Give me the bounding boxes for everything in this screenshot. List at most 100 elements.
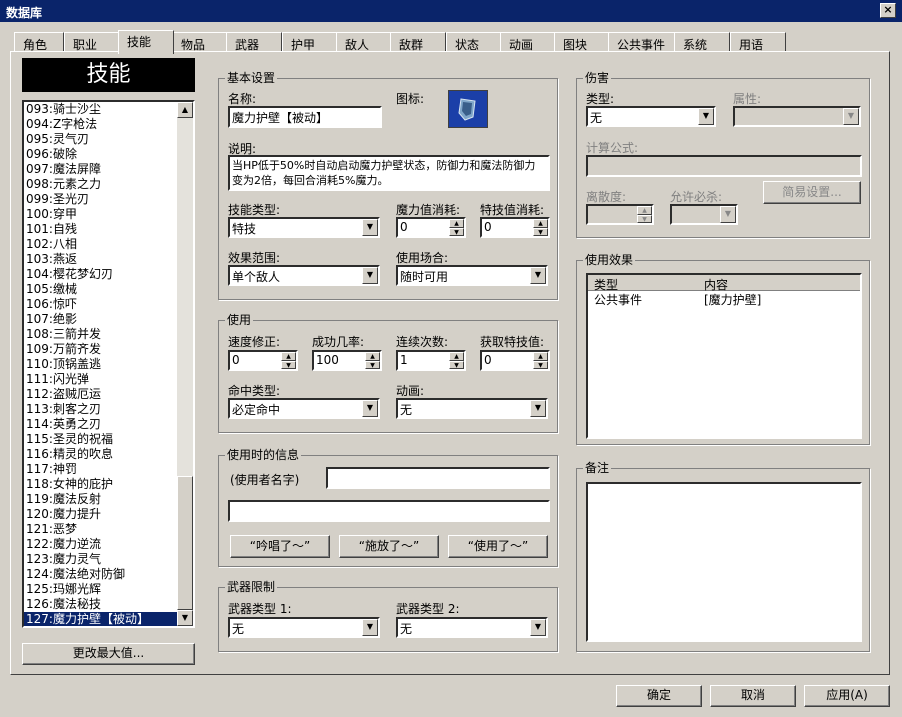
spin-down-icon[interactable]: ▼ xyxy=(449,360,464,369)
list-item[interactable]: 102:八相 xyxy=(24,237,179,252)
scroll-down-icon[interactable]: ▼ xyxy=(177,610,193,626)
tab-animations[interactable]: 动画 xyxy=(500,32,556,52)
tab-terms[interactable]: 用语 xyxy=(730,32,786,52)
spin-up-icon[interactable]: ▲ xyxy=(449,352,464,361)
list-item[interactable]: 096:破除 xyxy=(24,147,179,162)
chevron-down-icon[interactable]: ▼ xyxy=(530,267,546,284)
spin-down-icon[interactable]: ▼ xyxy=(449,227,464,236)
scroll-thumb[interactable] xyxy=(177,476,193,610)
list-item[interactable]: 093:骑士沙尘 xyxy=(24,102,179,117)
tab-common-events[interactable]: 公共事件 xyxy=(608,32,676,52)
spin-down-icon[interactable]: ▼ xyxy=(533,360,548,369)
animation-select[interactable]: 无 ▼ xyxy=(396,398,548,419)
list-item[interactable]: 109:万箭齐发 xyxy=(24,342,179,357)
repeats-spinner[interactable]: 1 ▲ ▼ xyxy=(396,350,466,371)
list-item[interactable]: 125:玛娜光辉 xyxy=(24,582,179,597)
weapon-type2-select[interactable]: 无 ▼ xyxy=(396,617,548,638)
tab-classes[interactable]: 职业 xyxy=(64,32,120,52)
list-item[interactable]: 106:惊吓 xyxy=(24,297,179,312)
damage-type-select[interactable]: 无 ▼ xyxy=(586,106,716,127)
spin-up-icon[interactable]: ▲ xyxy=(637,206,652,215)
apply-button[interactable]: 应用(A) xyxy=(804,685,890,707)
list-item[interactable]: 113:刺客之刃 xyxy=(24,402,179,417)
list-item[interactable]: 127:魔力护壁【被动】 xyxy=(24,612,179,626)
tab-items[interactable]: 物品 xyxy=(172,32,228,52)
note-textarea[interactable] xyxy=(586,482,862,642)
spin-up-icon[interactable]: ▲ xyxy=(533,219,548,228)
list-item[interactable]: 094:Z字枪法 xyxy=(24,117,179,132)
chevron-down-icon[interactable]: ▼ xyxy=(720,206,736,223)
list-item[interactable]: 103:燕返 xyxy=(24,252,179,267)
use-message-button[interactable]: “使用了～” xyxy=(448,535,548,558)
list-item[interactable]: 123:魔力灵气 xyxy=(24,552,179,567)
list-item[interactable]: 104:樱花梦幻刃 xyxy=(24,267,179,282)
skill-list[interactable]: 093:骑士沙尘 094:Z字枪法 095:灵气刃 096:破除 097:魔法屏障 098… xyxy=(22,100,195,628)
list-item[interactable]: 098:元素之力 xyxy=(24,177,179,192)
spin-down-icon[interactable]: ▼ xyxy=(533,227,548,236)
weapon-type1-select[interactable]: 无 ▼ xyxy=(228,617,380,638)
list-item[interactable]: 121:恶梦 xyxy=(24,522,179,537)
list-item[interactable]: 112:盗贼厄运 xyxy=(24,387,179,402)
occasion-select[interactable]: 随时可用 ▼ xyxy=(396,265,548,286)
chevron-down-icon[interactable]: ▼ xyxy=(843,108,859,125)
list-item[interactable]: 118:女神的庇护 xyxy=(24,477,179,492)
skill-icon[interactable] xyxy=(448,90,488,128)
list-item[interactable]: 101:自残 xyxy=(24,222,179,237)
speed-spinner[interactable]: 0 ▲ ▼ xyxy=(228,350,298,371)
simple-settings-button[interactable]: 简易设置... xyxy=(763,181,861,204)
tab-states[interactable]: 状态 xyxy=(446,32,502,52)
list-item[interactable]: 095:灵气刃 xyxy=(24,132,179,147)
spin-down-icon[interactable]: ▼ xyxy=(281,360,296,369)
chevron-down-icon[interactable]: ▼ xyxy=(362,219,378,236)
tab-skills[interactable]: 技能 xyxy=(118,30,174,54)
message-line1-input[interactable] xyxy=(326,467,550,489)
variance-spinner[interactable]: ▲ ▼ xyxy=(586,204,654,225)
hit-type-select[interactable]: 必定命中 ▼ xyxy=(228,398,380,419)
chevron-down-icon[interactable]: ▼ xyxy=(362,267,378,284)
list-item[interactable]: 107:绝影 xyxy=(24,312,179,327)
scroll-up-icon[interactable]: ▲ xyxy=(177,102,193,118)
message-line2-input[interactable] xyxy=(228,500,550,522)
effects-table[interactable]: 类型 内容 公共事件 [魔力护壁] xyxy=(586,273,862,439)
chevron-down-icon[interactable]: ▼ xyxy=(362,619,378,636)
spin-up-icon[interactable]: ▲ xyxy=(365,352,380,361)
success-spinner[interactable]: 100 ▲ ▼ xyxy=(312,350,382,371)
ok-button[interactable]: 确定 xyxy=(616,685,702,707)
list-item[interactable]: 105:缴械 xyxy=(24,282,179,297)
tab-tilesets[interactable]: 图块 xyxy=(554,32,610,52)
list-item[interactable]: 120:魔力提升 xyxy=(24,507,179,522)
tab-troops[interactable]: 敌群 xyxy=(390,32,446,52)
tab-actors[interactable]: 角色 xyxy=(14,32,64,52)
list-item[interactable]: 100:穿甲 xyxy=(24,207,179,222)
list-item[interactable]: 119:魔法反射 xyxy=(24,492,179,507)
chevron-down-icon[interactable]: ▼ xyxy=(698,108,714,125)
name-input[interactable]: 魔力护壁【被动】 xyxy=(228,106,382,128)
element-select[interactable]: ▼ xyxy=(733,106,861,127)
tab-enemies[interactable]: 敌人 xyxy=(336,32,392,52)
critical-select[interactable]: ▼ xyxy=(670,204,738,225)
spin-down-icon[interactable]: ▼ xyxy=(637,214,652,223)
list-item[interactable]: 108:三箭并发 xyxy=(24,327,179,342)
cancel-button[interactable]: 取消 xyxy=(710,685,796,707)
tab-system[interactable]: 系统 xyxy=(674,32,730,52)
cast-message-button[interactable]: “吟唱了～” xyxy=(230,535,330,558)
chevron-down-icon[interactable]: ▼ xyxy=(530,619,546,636)
list-scrollbar[interactable]: ▲ ▼ xyxy=(177,102,193,626)
chevron-down-icon[interactable]: ▼ xyxy=(530,400,546,417)
spin-up-icon[interactable]: ▲ xyxy=(449,219,464,228)
tp-cost-spinner[interactable]: 0 ▲ ▼ xyxy=(480,217,550,238)
list-item[interactable]: 115:圣灵的祝福 xyxy=(24,432,179,447)
list-item[interactable]: 097:魔法屏障 xyxy=(24,162,179,177)
description-input[interactable]: 当HP低于50%时自动启动魔力护壁状态，防御力和魔法防御力变为2倍，每回合消耗5… xyxy=(228,155,550,191)
change-max-button[interactable]: 更改最大值... xyxy=(22,643,195,665)
scope-select[interactable]: 单个敌人 ▼ xyxy=(228,265,380,286)
close-button[interactable]: × xyxy=(880,3,896,18)
list-item[interactable]: 124:魔法绝对防御 xyxy=(24,567,179,582)
list-item[interactable]: 099:圣光刃 xyxy=(24,192,179,207)
list-item[interactable]: 111:闪光弹 xyxy=(24,372,179,387)
list-item[interactable]: 122:魔力逆流 xyxy=(24,537,179,552)
tp-gain-spinner[interactable]: 0 ▲ ▼ xyxy=(480,350,550,371)
list-item[interactable]: 126:魔法秘技 xyxy=(24,597,179,612)
chevron-down-icon[interactable]: ▼ xyxy=(362,400,378,417)
list-item[interactable]: 114:英勇之刃 xyxy=(24,417,179,432)
